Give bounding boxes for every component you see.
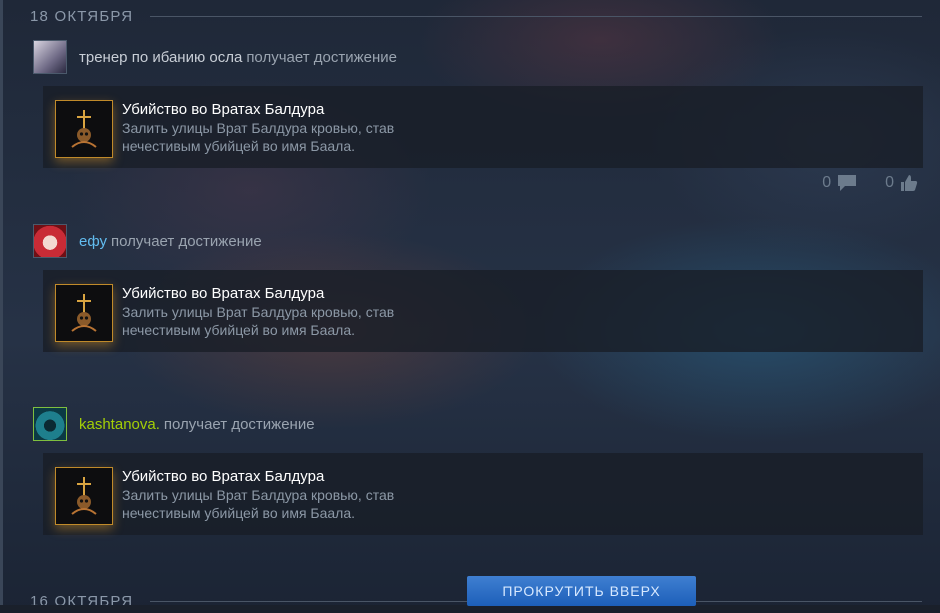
achievement-title: Убийство во Вратах Балдура	[122, 285, 325, 302]
like-button[interactable]: 0	[885, 174, 918, 192]
avatar[interactable]	[33, 407, 67, 441]
avatar[interactable]	[33, 40, 67, 74]
bottom-bar	[0, 605, 940, 613]
comment-count: 0	[822, 174, 832, 191]
activity-post: тренер по ибанию осла получает достижение…	[33, 40, 923, 168]
achievement-title: Убийство во Вратах Балдура	[122, 101, 325, 118]
post-header: тренер по ибанию осла получает достижение	[33, 40, 923, 74]
achievement-card[interactable]: Убийство во Вратах Балдура Залить улицы …	[43, 453, 923, 535]
avatar[interactable]	[33, 224, 67, 258]
achievement-description: Залить улицы Врат Балдура кровью, став н…	[122, 120, 395, 154]
activity-post: kashtanova. получает достижение Убийство …	[33, 407, 923, 535]
username-link[interactable]: тренер по ибанию осла	[79, 49, 242, 66]
achievement-text: Убийство во Вратах Балдура Залить улицы …	[122, 285, 422, 339]
achievement-icon	[55, 284, 113, 342]
scroll-to-top-button[interactable]: ПРОКРУТИТЬ ВВЕРХ	[467, 576, 696, 606]
achievement-description: Залить улицы Врат Балдура кровью, став н…	[122, 304, 395, 338]
achievement-text: Убийство во Вратах Балдура Залить улицы …	[122, 101, 422, 155]
post-header: ефу получает достижение	[33, 224, 923, 258]
achievement-text: Убийство во Вратах Балдура Залить улицы …	[122, 468, 422, 522]
thumbs-up-icon	[901, 175, 918, 191]
comment-icon	[838, 175, 857, 191]
post-verb: получает достижение	[163, 415, 315, 433]
achievement-icon	[55, 467, 113, 525]
date-header: 18 ОКТЯБРЯ	[30, 8, 134, 25]
post-headline: тренер по ибанию осла получает достижение	[79, 49, 397, 66]
post-verb: получает достижение	[111, 232, 262, 250]
username-link[interactable]: kashtanova.	[79, 416, 160, 433]
achievement-card[interactable]: Убийство во Вратах Балдура Залить улицы …	[43, 270, 923, 352]
achievement-icon	[55, 100, 113, 158]
left-divider	[0, 0, 3, 613]
comment-button[interactable]: 0	[822, 174, 857, 192]
activity-post: ефу получает достижение Убийство во Врата…	[33, 224, 923, 352]
username-link[interactable]: ефу	[79, 233, 107, 250]
post-header: kashtanova. получает достижение	[33, 407, 923, 441]
post-reactions: 0 0	[802, 174, 918, 192]
like-count: 0	[885, 174, 894, 191]
date-divider	[150, 16, 922, 17]
post-headline: kashtanova. получает достижение	[79, 416, 315, 433]
post-headline: ефу получает достижение	[79, 233, 262, 250]
achievement-card[interactable]: Убийство во Вратах Балдура Залить улицы …	[43, 86, 923, 168]
achievement-title: Убийство во Вратах Балдура	[122, 468, 325, 485]
post-verb: получает достижение	[246, 48, 397, 66]
achievement-description: Залить улицы Врат Балдура кровью, став н…	[122, 487, 395, 521]
